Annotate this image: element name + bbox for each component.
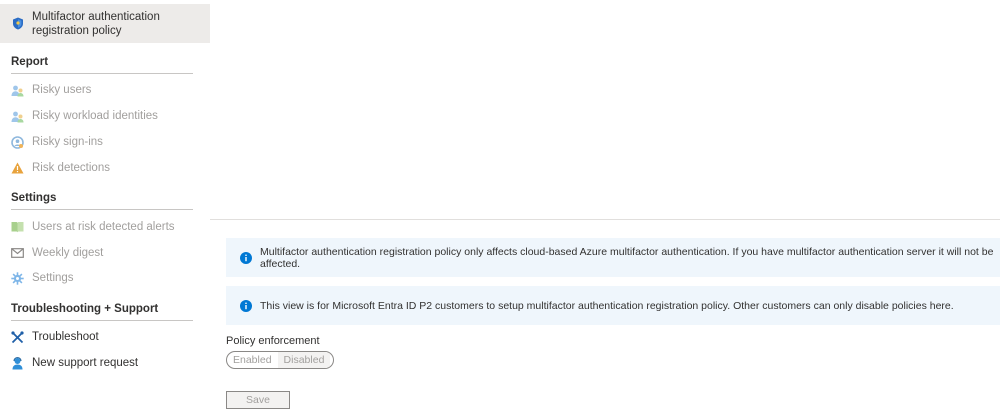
sidebar-item-label: Troubleshoot (32, 331, 99, 343)
sidebar-item-risky-users[interactable]: Risky users (0, 82, 210, 98)
label-line-1: Multifactor authentication (32, 10, 160, 23)
sidebar-item-mfa-registration-policy[interactable]: Multifactor authentication registration … (0, 4, 210, 43)
sidebar-item-label: Risky users (32, 84, 92, 96)
sidebar-item-settings[interactable]: Settings (0, 270, 210, 286)
sidebar-item-troubleshoot[interactable]: Troubleshoot (0, 329, 210, 345)
policy-enforcement-label: Policy enforcement (226, 335, 320, 347)
sidebar-item-label: Weekly digest (32, 247, 104, 259)
sidebar-item-risky-sign-ins[interactable]: Risky sign-ins (0, 134, 210, 150)
users-icon (11, 84, 24, 97)
shield-icon (11, 17, 24, 30)
sidebar: Multifactor authentication registration … (0, 0, 210, 412)
warning-icon (11, 162, 24, 175)
sign-in-icon (11, 135, 24, 149)
sidebar-item-label: Multifactor authentication registration … (32, 10, 160, 38)
sidebar-item-label: Risk detections (32, 162, 110, 174)
sidebar-item-new-support-request[interactable]: New support request (0, 355, 210, 371)
save-button[interactable]: Save (226, 391, 290, 409)
info-message: This view is for Microsoft Entra ID P2 c… (260, 299, 954, 312)
sidebar-item-risk-detections[interactable]: Risk detections (0, 160, 210, 176)
sidebar-item-label: Risky workload identities (32, 110, 158, 122)
info-icon (240, 299, 252, 312)
policy-enforcement-toggle: Enabled Disabled (226, 351, 334, 369)
workload-identity-icon (11, 110, 24, 123)
label-line-2: registration policy (32, 24, 122, 37)
section-report: Report (11, 56, 193, 74)
toggle-option-enabled[interactable]: Enabled (227, 352, 278, 368)
sidebar-item-weekly-digest[interactable]: Weekly digest (0, 245, 210, 261)
sidebar-item-users-at-risk-alerts[interactable]: Users at risk detected alerts (0, 219, 210, 235)
toggle-option-disabled[interactable]: Disabled (277, 352, 331, 368)
content-divider (210, 219, 1000, 220)
sidebar-item-label: Risky sign-ins (32, 136, 103, 148)
gear-icon (11, 271, 24, 285)
info-bar-entra-p2: This view is for Microsoft Entra ID P2 c… (226, 286, 1000, 325)
sidebar-item-label: New support request (32, 357, 139, 369)
info-icon (240, 251, 252, 264)
tools-icon (11, 330, 24, 344)
sidebar-item-risky-workload-identities[interactable]: Risky workload identities (0, 108, 210, 124)
sidebar-item-label: Settings (32, 272, 74, 284)
section-troubleshooting-support: Troubleshooting + Support (11, 303, 193, 321)
support-person-icon (11, 356, 24, 370)
section-settings: Settings (11, 192, 193, 210)
mail-icon (11, 247, 24, 260)
sidebar-item-label: Users at risk detected alerts (32, 221, 175, 233)
info-message: Multifactor authentication registration … (260, 245, 994, 270)
alert-book-icon (11, 221, 24, 234)
info-bar-cloud-mfa: Multifactor authentication registration … (226, 238, 1000, 277)
